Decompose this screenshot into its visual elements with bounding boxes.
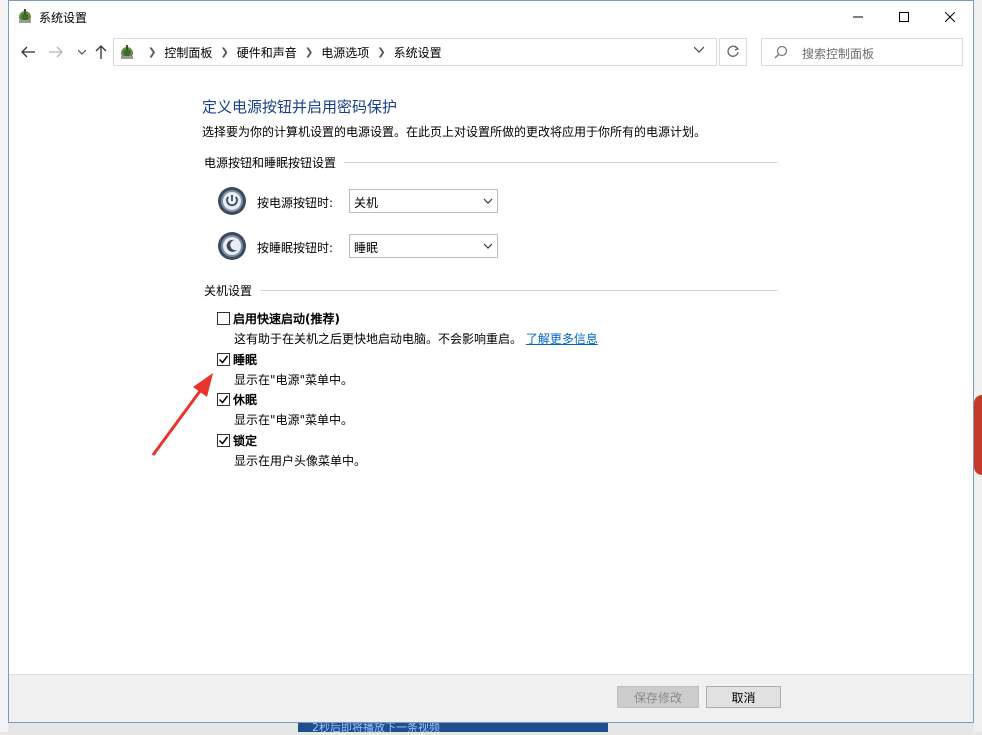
forward-arrow-icon bbox=[49, 46, 63, 58]
checkmark-icon bbox=[218, 355, 229, 364]
background-video-bar: 2秒后即将播放下一条视频 bbox=[298, 721, 608, 734]
red-annotation-arrow bbox=[151, 373, 213, 456]
breadcrumb-control-panel[interactable]: 控制面板 bbox=[164, 44, 212, 61]
window-title: 系统设置 bbox=[39, 11, 88, 25]
back-button[interactable] bbox=[19, 42, 37, 62]
close-icon bbox=[945, 11, 955, 22]
breadcrumb-separator-icon[interactable]: ❯ bbox=[377, 47, 385, 58]
chevron-down-icon bbox=[78, 49, 86, 55]
main-content: 定义电源按钮并启用密码保护 选择要为你的计算机设置的电源设置。在此页上对设置所做… bbox=[9, 72, 973, 672]
footer-bar: 保存修改 取消 bbox=[9, 674, 973, 722]
sleep-description: 显示在"电源"菜单中。 bbox=[234, 373, 354, 387]
fast-startup-checkbox[interactable] bbox=[217, 312, 230, 325]
checkmark-icon bbox=[218, 436, 229, 445]
navigation-row: ❯ 控制面板 ❯ 硬件和声音 ❯ 电源选项 ❯ 系统设置 搜索控制面板 bbox=[9, 32, 973, 72]
hibernate-description: 显示在"电源"菜单中。 bbox=[234, 413, 354, 427]
breadcrumb-power-options[interactable]: 电源选项 bbox=[321, 44, 369, 61]
background-red-shape bbox=[974, 395, 982, 475]
search-icon bbox=[774, 45, 788, 59]
save-changes-button[interactable]: 保存修改 bbox=[617, 686, 699, 708]
chevron-down-icon bbox=[693, 46, 705, 53]
power-button-label: 按电源按钮时: bbox=[257, 196, 334, 210]
breadcrumb-hardware-sound[interactable]: 硬件和声音 bbox=[237, 44, 297, 61]
address-bar[interactable]: ❯ 控制面板 ❯ 硬件和声音 ❯ 电源选项 ❯ 系统设置 bbox=[113, 38, 717, 66]
breadcrumb-separator-icon[interactable]: ❯ bbox=[305, 47, 313, 58]
section-divider bbox=[204, 290, 778, 291]
sleep-label[interactable]: 睡眠 bbox=[233, 351, 257, 368]
section-label: 关机设置 bbox=[204, 282, 261, 299]
sleep-button-label: 按睡眠按钮时: bbox=[257, 241, 334, 255]
sleep-button-select[interactable]: 睡眠 bbox=[349, 234, 498, 258]
breadcrumb-separator-icon: ❯ bbox=[148, 46, 157, 58]
page-description: 选择要为你的计算机设置的电源设置。在此页上对设置所做的更改将应用于你所有的电源计… bbox=[202, 125, 707, 139]
maximize-icon bbox=[899, 11, 909, 22]
lock-description: 显示在用户头像菜单中。 bbox=[234, 454, 367, 468]
cancel-button[interactable]: 取消 bbox=[706, 686, 781, 708]
search-placeholder: 搜索控制面板 bbox=[802, 47, 875, 61]
checkmark-icon bbox=[218, 395, 229, 404]
power-button-value: 关机 bbox=[354, 196, 379, 210]
hibernate-label[interactable]: 休眠 bbox=[233, 391, 257, 408]
refresh-button[interactable] bbox=[719, 38, 747, 66]
shutdown-section-header: 关机设置 bbox=[204, 282, 778, 299]
chevron-down-icon bbox=[483, 198, 493, 204]
sleep-button-icon bbox=[218, 232, 246, 260]
fast-startup-desc-text: 这有助于在关机之后更快地启动电脑。不会影响重启。 bbox=[234, 332, 523, 346]
chevron-down-icon bbox=[483, 243, 493, 249]
power-options-icon bbox=[19, 9, 31, 23]
minimize-button[interactable] bbox=[835, 1, 881, 32]
fast-startup-description: 这有助于在关机之后更快地启动电脑。不会影响重启。 了解更多信息 bbox=[234, 330, 598, 347]
breadcrumb: ❯ 控制面板 ❯ 硬件和声音 ❯ 电源选项 ❯ 系统设置 bbox=[140, 39, 442, 65]
forward-button[interactable] bbox=[47, 42, 65, 62]
back-arrow-icon bbox=[21, 46, 35, 58]
lock-label[interactable]: 锁定 bbox=[233, 432, 257, 449]
breadcrumb-separator-icon[interactable]: ❯ bbox=[220, 47, 228, 58]
minimize-icon bbox=[853, 16, 863, 17]
power-button-setting: 按电源按钮时: 关机 bbox=[217, 186, 517, 220]
title-bar[interactable]: 系统设置 bbox=[9, 1, 973, 32]
breadcrumb-system-settings[interactable]: 系统设置 bbox=[394, 44, 442, 61]
control-panel-icon bbox=[121, 45, 133, 59]
maximize-button[interactable] bbox=[881, 1, 927, 32]
recent-locations-button[interactable] bbox=[73, 42, 91, 62]
up-arrow-icon bbox=[95, 45, 107, 59]
power-button-select[interactable]: 关机 bbox=[349, 189, 498, 213]
search-box[interactable]: 搜索控制面板 bbox=[761, 38, 963, 66]
sleep-button-value: 睡眠 bbox=[354, 241, 379, 255]
background-right bbox=[974, 0, 982, 732]
sleep-button-setting: 按睡眠按钮时: 睡眠 bbox=[217, 231, 517, 265]
up-button[interactable] bbox=[92, 42, 110, 62]
power-buttons-section-header: 电源按钮和睡眠按钮设置 bbox=[204, 154, 778, 171]
address-history-button[interactable] bbox=[693, 45, 705, 56]
refresh-icon bbox=[727, 45, 740, 57]
system-settings-window: 系统设置 ❯ 控制面板 ❯ 硬件和声音 ❯ 电源选项 ❯ 系统设置 搜索控制面板… bbox=[8, 0, 974, 723]
learn-more-link[interactable]: 了解更多信息 bbox=[526, 332, 598, 346]
page-title: 定义电源按钮并启用密码保护 bbox=[202, 98, 398, 116]
close-button[interactable] bbox=[927, 1, 973, 32]
sleep-checkbox[interactable] bbox=[217, 353, 230, 366]
power-button-icon bbox=[218, 187, 246, 215]
fast-startup-label[interactable]: 启用快速启动(推荐) bbox=[233, 310, 340, 327]
background-left bbox=[0, 0, 8, 732]
section-label: 电源按钮和睡眠按钮设置 bbox=[204, 154, 345, 171]
